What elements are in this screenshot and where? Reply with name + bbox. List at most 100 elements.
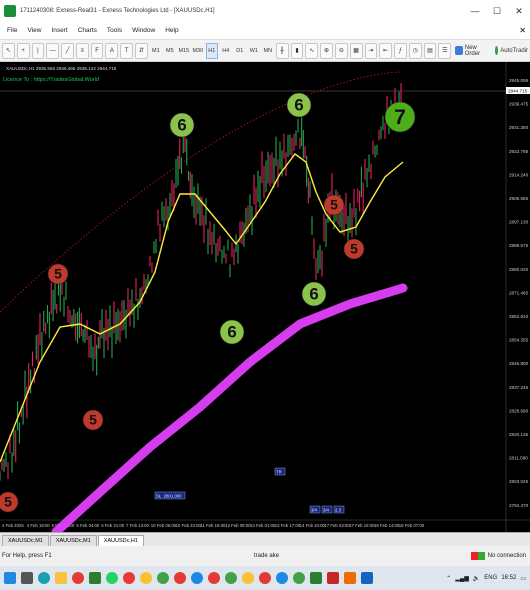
child-close-icon[interactable]: ✕ (519, 26, 526, 35)
status-bar: For Help, press F1 trade ake No connecti… (0, 546, 530, 566)
metatrader-icon-2[interactable] (310, 572, 322, 584)
chrome-icon[interactable] (72, 572, 84, 584)
taskbar: ⌃ ▂▄▆ 🔈 ENG 16:52 ▭ (0, 566, 530, 590)
chrome-icon-4[interactable] (157, 572, 169, 584)
minimize-button[interactable]: — (464, 0, 486, 22)
zoom-in-icon[interactable]: ⊕ (320, 42, 333, 59)
menu-help[interactable]: Help (160, 27, 183, 34)
chrome-icon-6[interactable] (191, 572, 203, 584)
cursor-tool-icon[interactable]: ↖ (2, 42, 15, 59)
scroll-icon[interactable]: ⇥ (364, 42, 378, 59)
menu-tools[interactable]: Tools (102, 27, 127, 34)
chart-area[interactable]: 2945.095 2939.475 2931.350 2922.795 2914.240… (0, 62, 530, 532)
menu-charts[interactable]: Charts (73, 27, 102, 34)
chrome-icon-7[interactable] (208, 572, 220, 584)
period-w1[interactable]: W1 (248, 43, 260, 59)
trendline-icon[interactable]: ╱ (61, 42, 74, 59)
chrome-icon-3[interactable] (140, 572, 152, 584)
tab-xauusdc-m1-b[interactable]: XAUUSDc,M1 (49, 535, 97, 546)
navigator-icon[interactable]: ☰ (438, 42, 452, 59)
volume-icon[interactable]: 🔈 (473, 575, 480, 582)
chrome-icon-10[interactable] (259, 572, 271, 584)
menu-view[interactable]: View (22, 27, 46, 34)
small-label-text: SL: 2801.000 (156, 494, 182, 499)
clock[interactable]: 16:52 (501, 575, 516, 581)
candlestick-icon[interactable]: ▮ (290, 42, 304, 59)
app-icon-orange[interactable] (344, 572, 356, 584)
small-label-text: 2.3 (335, 508, 342, 513)
crosshair-tool-icon[interactable]: + (16, 42, 30, 59)
chrome-icon-2[interactable] (123, 572, 135, 584)
time-tick-label: 12 Feb 08:00 (225, 523, 251, 528)
label-tool-icon[interactable]: T (120, 42, 134, 59)
horizontal-line-icon[interactable]: — (46, 42, 60, 59)
channel-icon[interactable]: ≡ (75, 42, 89, 59)
menu-bar: File View Insert Charts Tools Window Hel… (0, 22, 530, 40)
title-bar: 1711240308: Exness-Real31 - Exness Techn… (0, 0, 530, 22)
time-tick-label: 18 Feb 14:00 (374, 523, 400, 528)
period-mn[interactable]: MN (262, 43, 274, 59)
fibonacci-icon[interactable]: F (90, 42, 104, 59)
zoom-out-icon[interactable]: ⊖ (334, 42, 348, 59)
connection-icon (470, 552, 485, 560)
menu-insert[interactable]: Insert (46, 27, 72, 34)
chrome-icon-8[interactable] (225, 572, 237, 584)
vertical-line-icon[interactable]: | (31, 42, 45, 59)
tray-chevron-icon[interactable]: ⌃ (446, 575, 451, 582)
small-label-text: 3/4 (311, 508, 318, 513)
connection-label: No connection (487, 553, 526, 559)
bar-chart-icon[interactable]: ╫ (275, 42, 289, 59)
period-m5[interactable]: M5 (164, 43, 176, 59)
chrome-icon-12[interactable] (293, 572, 305, 584)
app-icon-red[interactable] (327, 572, 339, 584)
menu-file[interactable]: File (2, 27, 22, 34)
menu-window[interactable]: Window (127, 27, 160, 34)
period-m30[interactable]: M30 (192, 43, 204, 59)
network-icon[interactable]: ▂▄▆ (455, 575, 468, 582)
tile-windows-icon[interactable]: ▦ (349, 42, 363, 59)
line-chart-icon[interactable]: ∿ (305, 42, 319, 59)
chrome-icon-5[interactable] (174, 572, 186, 584)
tab-xauusdc-m1-a[interactable]: XAUUSDc,M1 (2, 535, 49, 546)
chrome-icon-9[interactable] (242, 572, 254, 584)
chart-canvas[interactable]: 2945.095 2939.475 2931.350 2922.795 2914.240… (0, 62, 530, 532)
app-icon-blue[interactable] (361, 572, 373, 584)
task-view-icon[interactable] (21, 572, 33, 584)
price-tick-label: 2820.135 (509, 432, 529, 437)
time-tick-label: 13 Feb 01:00 (250, 523, 276, 528)
period-h1[interactable]: H1 (205, 42, 218, 59)
period-m1[interactable]: M1 (150, 43, 162, 59)
status-connection: No connection (470, 552, 526, 560)
file-explorer-icon[interactable] (55, 572, 67, 584)
indicators-icon[interactable]: ƒ (394, 42, 407, 59)
period-h4[interactable]: H4 (220, 43, 232, 59)
tab-xauusdc-h1[interactable]: XAUUSDc,H1 (97, 535, 144, 546)
price-tick-label: 2837.245 (509, 385, 529, 390)
windows-start-icon[interactable] (4, 572, 16, 584)
wave-label-text: 5 (54, 266, 62, 282)
autotrading-button[interactable]: AutoTradir (493, 43, 530, 59)
time-tick-label: 17 Feb 19:00 (349, 523, 375, 528)
price-tick-label: 2939.475 (509, 102, 529, 107)
whatsapp-icon[interactable] (106, 572, 118, 584)
close-button[interactable]: ✕ (508, 0, 530, 22)
price-tick-label: 2828.690 (509, 408, 529, 413)
edge-icon[interactable] (38, 572, 50, 584)
time-tick-label: 6 Feb 04:00 (76, 523, 100, 528)
text-tool-icon[interactable]: A (105, 42, 119, 59)
templates-icon[interactable]: ▤ (423, 42, 437, 59)
new-order-button[interactable]: New Order (453, 43, 491, 59)
language-indicator[interactable]: ENG (484, 575, 497, 581)
metatrader-icon[interactable] (89, 572, 101, 584)
shift-icon[interactable]: ⇤ (379, 42, 393, 59)
status-profile: trade ake (254, 553, 280, 559)
period-m15[interactable]: M15 (178, 43, 190, 59)
app-icon (4, 5, 16, 17)
periods-icon[interactable]: ◷ (408, 42, 422, 59)
chrome-icon-11[interactable] (276, 572, 288, 584)
arrows-icon[interactable]: ⇵ (135, 42, 148, 59)
time-tick-label: 7 Feb 13:00 (126, 523, 150, 528)
maximize-button[interactable]: ☐ (486, 0, 508, 22)
notification-icon[interactable]: ▭ (520, 575, 526, 582)
period-d1[interactable]: D1 (234, 43, 246, 59)
